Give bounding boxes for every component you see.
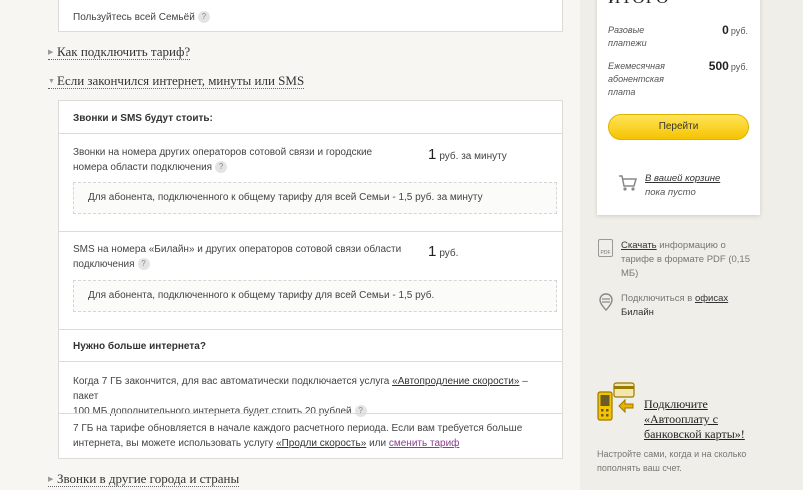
family-info-box: Пользуйтесь всей Семьёй? (58, 0, 563, 32)
expander-calls-other[interactable]: ▶ Звонки в другие города и страны (48, 471, 240, 487)
go-button[interactable]: Перейти (608, 114, 749, 140)
promo-line-1: Подключите (644, 397, 708, 411)
family-text-label: Пользуйтесь всей Семьёй (73, 12, 195, 23)
sms-price-value: 1 (428, 243, 437, 260)
sms-family-note-text: Для абонента, подключенного к общему тар… (88, 290, 435, 301)
divider (58, 329, 563, 330)
p2-or: или (369, 438, 387, 449)
cart-info: В вашей корзине пока пусто (645, 172, 720, 200)
expander-calls-other-label: Звонки в другие города и страны (48, 471, 240, 487)
family-text: Пользуйтесь всей Семьёй? (73, 10, 210, 25)
sms-desc-line-2: подключения? (73, 257, 401, 272)
sms-description: SMS на номера «Билайн» и других оператор… (73, 242, 401, 272)
promo-desc-line-2: пополнять ваш счет. (597, 463, 682, 473)
main-content: Пользуйтесь всей Семьёй? ▶ Как подключит… (0, 0, 580, 490)
p1-line-1: Когда 7 ГБ закончится, для вас автоматич… (73, 374, 553, 404)
monthly-amount: 500 (708, 59, 729, 73)
help-icon[interactable]: ? (137, 258, 150, 271)
monthly-line-1: Ежемесячная (608, 61, 665, 71)
one-time-value: 0 руб. (722, 23, 748, 37)
sms-price-unit: руб. (439, 248, 459, 259)
offices-info: Подключиться в офисах Билайн (621, 292, 761, 320)
triangle-right-icon: ▶ (48, 475, 54, 483)
divider (58, 231, 563, 232)
offices-link[interactable]: офисах (695, 293, 728, 304)
expander-internet-over[interactable]: ▼ Если закончился интернет, минуты или S… (48, 73, 305, 89)
monthly-value: 500 руб. (709, 59, 748, 73)
pdf-icon: PDF (598, 239, 613, 257)
call-desc-line-2: номера области подключения? (73, 160, 372, 175)
one-time-amount: 0 (722, 23, 729, 37)
one-time-line-2: платежи (608, 38, 647, 48)
divider (58, 413, 563, 414)
help-icon[interactable]: ? (215, 161, 228, 174)
currency-label: руб. (730, 62, 748, 72)
internet-paragraph-2: 7 ГБ на тарифе обновляется в начале кажд… (73, 421, 553, 451)
monthly-label: Ежемесячная абонентская плата (608, 60, 665, 99)
call-description: Звонки на номера других операторов сотов… (73, 145, 372, 175)
p1-line-2: 100 МБ дополнительного интернета будет с… (73, 404, 553, 419)
p2-text-b: интернета, вы можете использовать услугу (73, 438, 274, 449)
card-phone-illustration-icon (597, 382, 635, 421)
p1-text-c: 100 МБ дополнительного интернета будет с… (73, 406, 352, 417)
p1-text-a: Когда 7 ГБ закончится, для вас автоматич… (73, 376, 390, 387)
call-family-note: Для абонента, подключенного к общему тар… (73, 182, 557, 214)
p2-line-1: 7 ГБ на тарифе обновляется в начале кажд… (73, 423, 523, 434)
call-price-unit: руб. за минуту (439, 151, 507, 162)
download-text-3: МБ) (621, 268, 639, 279)
expander-connect-label: Как подключить тариф? (48, 44, 191, 60)
download-text-1: информацию о (659, 240, 726, 251)
promo-desc-line-1: Настройте сами, когда и на сколько (597, 449, 747, 459)
download-pdf-info: Скачать информацию о тарифе в формате PD… (621, 239, 761, 281)
one-time-label: Разовые платежи (608, 24, 647, 50)
monthly-line-3: плата (608, 87, 636, 97)
promo-line-3: банковской карты»! (644, 427, 745, 441)
pdf-badge-text: PDF (600, 250, 611, 256)
download-text-2: тарифе в формате PDF (0,15 (621, 254, 750, 265)
autoprolong-speed-link[interactable]: «Автопродление скорости» (392, 376, 519, 387)
cart-link[interactable]: В вашей корзине (645, 172, 720, 186)
sms-desc-line-1: SMS на номера «Билайн» и других оператор… (73, 244, 402, 255)
download-link[interactable]: Скачать (621, 240, 657, 251)
divider (58, 133, 563, 134)
call-desc-line-2-text: номера области подключения (73, 162, 213, 173)
currency-label: руб. (730, 26, 748, 36)
cart-icon (619, 175, 637, 191)
help-icon[interactable]: ? (354, 405, 367, 418)
call-family-note-text: Для абонента, подключенного к общему тар… (88, 192, 483, 203)
cart-status: пока пусто (645, 187, 696, 198)
call-price-value: 1 (428, 146, 437, 163)
expander-connect[interactable]: ▶ Как подключить тариф? (48, 44, 191, 60)
divider (58, 361, 563, 362)
call-price: 1 руб. за минуту (428, 146, 507, 163)
sms-desc-line-2-text: подключения (73, 259, 135, 270)
extend-speed-link[interactable]: «Продли скорость» (276, 438, 366, 449)
autopay-promo[interactable]: Подключите «Автооплату с банковской карт… (644, 397, 745, 442)
promo-line-2: «Автооплату с (644, 412, 718, 426)
promo-description: Настройте сами, когда и на сколько попол… (597, 447, 746, 475)
triangle-right-icon: ▶ (48, 48, 54, 56)
internet-header: Нужно больше интернета? (73, 341, 206, 352)
call-desc-line-1: Звонки на номера других операторов сотов… (73, 147, 373, 158)
sms-family-note: Для абонента, подключенного к общему тар… (73, 280, 557, 312)
sms-price: 1 руб. (428, 243, 458, 260)
help-icon[interactable]: ? (197, 11, 210, 24)
offices-text: Подключиться в (621, 293, 693, 304)
expander-internet-over-label: Если закончился интернет, минуты или SMS (48, 73, 305, 89)
p2-line-2: интернета, вы можете использовать услугу… (73, 436, 553, 451)
offices-text-2: Билайн (621, 307, 654, 318)
change-tariff-link[interactable]: сменить тариф (389, 438, 460, 449)
order-summary-card: Итого Разовые платежи 0руб. Ежемесячная … (597, 0, 760, 215)
monthly-line-2: абонентская (608, 74, 664, 84)
one-time-line-1: Разовые (608, 25, 645, 35)
map-pin-icon (599, 293, 613, 311)
calls-header: Звонки и SMS будут стоить: (73, 113, 213, 124)
triangle-down-icon: ▼ (48, 77, 55, 85)
total-title: Итого (608, 0, 669, 8)
